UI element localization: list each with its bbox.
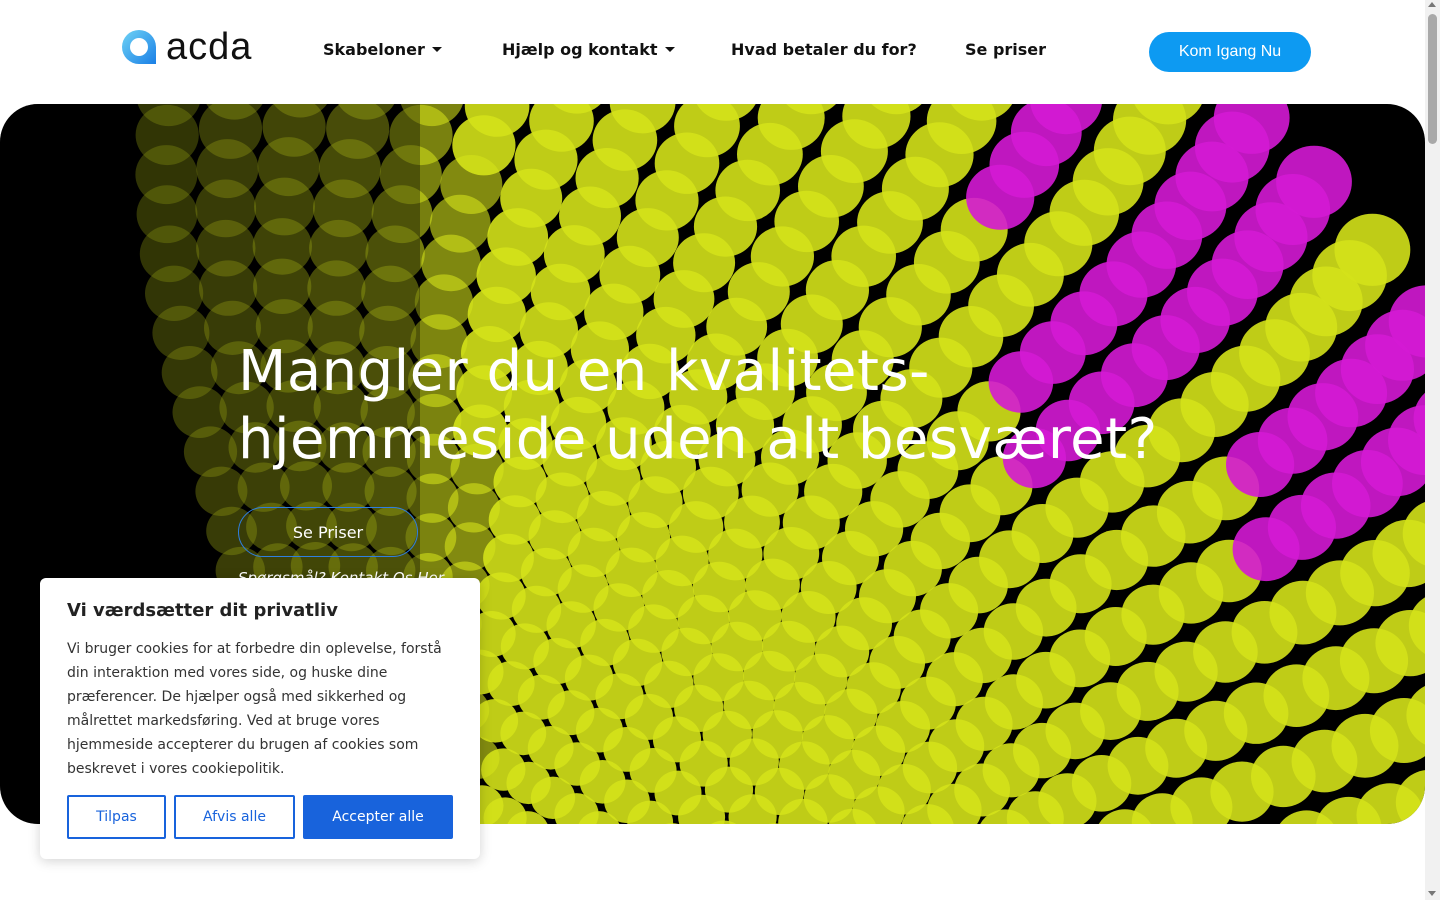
kom-igang-button[interactable]: Kom Igang Nu <box>1149 32 1311 72</box>
nav-item-label: Hjælp og kontakt <box>502 40 658 59</box>
scroll-down-icon[interactable] <box>1428 891 1436 896</box>
hero-title-line1: Mangler du en kvalitets- <box>238 339 930 404</box>
bokeh-dot <box>1334 213 1411 286</box>
hero-title: Mangler du en kvalitets- hjemmeside uden… <box>238 338 1238 474</box>
nav-item-label: Hvad betaler du for? <box>731 40 917 59</box>
acda-logo-icon <box>122 30 156 64</box>
hero-title-line2: hjemmeside uden alt besværet? <box>238 407 1158 472</box>
nav-item-hvad-betaler[interactable]: Hvad betaler du for? <box>731 40 917 59</box>
nav-item-label: Se priser <box>965 40 1047 59</box>
cookie-banner: Vi værdsætter dit privatliv Vi bruger co… <box>40 578 480 859</box>
logo[interactable]: acda <box>120 28 252 66</box>
accept-all-button[interactable]: Accepter alle <box>303 795 453 839</box>
site-header: acda Skabeloner Hjælp og kontakt Hvad be… <box>0 0 1425 104</box>
nav-item-se-priser[interactable]: Se priser <box>965 40 1046 59</box>
bokeh-dot <box>1395 770 1425 824</box>
bokeh-dot <box>1276 145 1352 218</box>
caret-down-icon <box>431 47 442 52</box>
nav-item-label: Skabeloner <box>323 40 425 59</box>
caret-down-icon <box>664 47 675 52</box>
scroll-up-icon[interactable] <box>1428 2 1436 7</box>
scroll-thumb[interactable] <box>1428 14 1437 144</box>
cookie-text: Vi bruger cookies for at forbedre din op… <box>67 641 442 777</box>
cookie-buttons: Tilpas Afvis alle Accepter alle <box>67 795 453 839</box>
logo-text: acda <box>166 26 253 68</box>
se-priser-button[interactable]: Se Priser <box>238 507 418 557</box>
nav-item-hjaelp[interactable]: Hjælp og kontakt <box>502 40 675 59</box>
cookie-title: Vi værdsætter dit privatliv <box>67 600 338 621</box>
scrollbar[interactable] <box>1425 0 1440 900</box>
reject-all-button[interactable]: Afvis alle <box>174 795 295 839</box>
nav-item-skabeloner[interactable]: Skabeloner <box>323 40 442 59</box>
customize-button[interactable]: Tilpas <box>67 795 166 839</box>
